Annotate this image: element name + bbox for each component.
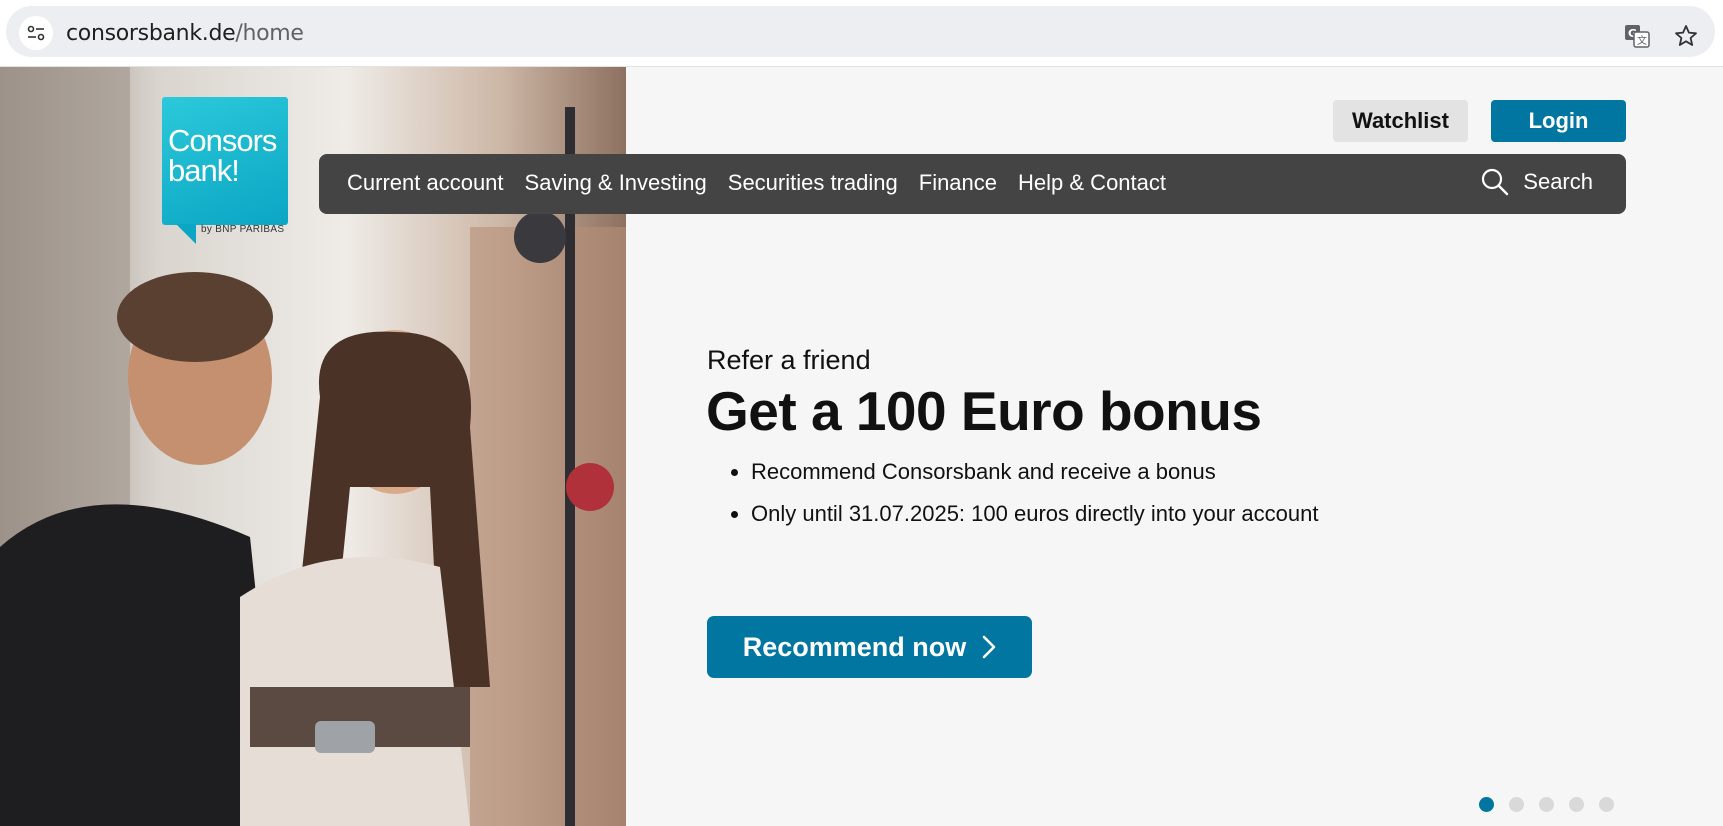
cta-label: Recommend now: [742, 631, 967, 662]
nav-item-help-contact[interactable]: Help & Contact: [1018, 170, 1166, 196]
logo-speech-tail: [176, 224, 196, 244]
svg-text:文: 文: [1637, 34, 1647, 47]
browser-toolbar: consorsbank.de/home G 文: [0, 0, 1723, 67]
carousel-dot-3[interactable]: [1539, 797, 1554, 812]
watchlist-button[interactable]: Watchlist: [1333, 100, 1468, 142]
hero-bullet-list: Recommend Consorsbank and receive a bonu…: [707, 460, 1318, 544]
recommend-now-button[interactable]: Recommend now: [707, 616, 1032, 678]
hero-bullet: Only until 31.07.2025: 100 euros directl…: [751, 502, 1318, 526]
nav-item-finance[interactable]: Finance: [919, 170, 997, 196]
search-button[interactable]: Search: [1481, 168, 1593, 196]
logo-text-line2: bank!: [168, 153, 240, 188]
logo-byline: by BNP PARIBAS: [201, 224, 285, 235]
search-icon: [1482, 168, 1509, 196]
url-host: consorsbank.de: [66, 21, 236, 46]
site-info-icon[interactable]: [19, 16, 53, 50]
carousel-dot-2[interactable]: [1509, 797, 1524, 812]
consorsbank-logo[interactable]: Consors bank!: [162, 97, 288, 225]
page-content: Consors bank! by BNP PARIBAS Watchlist L…: [0, 67, 1723, 826]
address-bar[interactable]: consorsbank.de/home G 文: [6, 6, 1715, 57]
nav-item-current-account[interactable]: Current account: [347, 170, 504, 196]
hero-bullet: Recommend Consorsbank and receive a bonu…: [751, 460, 1318, 484]
nav-item-securities-trading[interactable]: Securities trading: [728, 170, 898, 196]
carousel-dot-5[interactable]: [1599, 797, 1614, 812]
login-button[interactable]: Login: [1491, 100, 1626, 142]
url-path: /home: [235, 21, 304, 46]
bookmark-star-icon[interactable]: [1674, 24, 1698, 53]
main-navigation: Current account Saving & Investing Secur…: [319, 154, 1626, 214]
search-label: Search: [1523, 169, 1593, 194]
hero-headline: Get a 100 Euro bonus: [706, 380, 1262, 442]
translate-icon[interactable]: G 文: [1624, 24, 1650, 53]
carousel-dot-1[interactable]: [1479, 797, 1494, 812]
nav-item-saving-investing[interactable]: Saving & Investing: [525, 170, 707, 196]
url-text[interactable]: consorsbank.de/home: [66, 21, 304, 46]
hero-eyebrow: Refer a friend: [707, 345, 871, 375]
chevron-right-icon: [982, 635, 996, 659]
carousel-dot-4[interactable]: [1569, 797, 1584, 812]
carousel-pagination: [1479, 797, 1629, 812]
